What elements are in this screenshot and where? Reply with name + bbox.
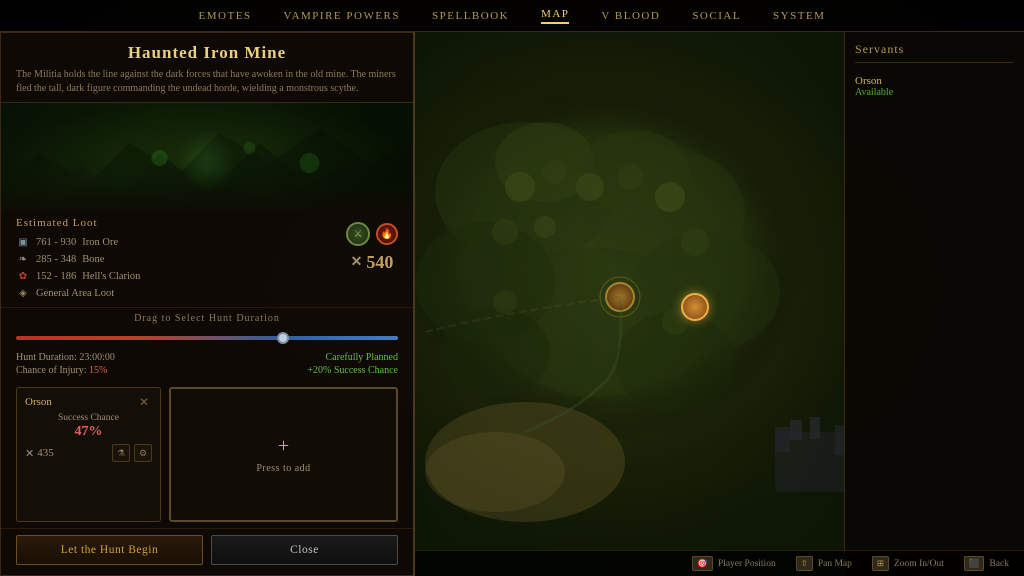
hells-clarion-range: 152 - 186 (36, 271, 76, 282)
nav-v-blood[interactable]: V Blood (601, 10, 660, 22)
injury-label: Chance of Injury: 15% (16, 365, 107, 376)
back-key: ⬛ (964, 556, 985, 571)
servant-section: Orson ✕ Success Chance 47% ✕ 435 ⚗ ⚙ (1, 381, 413, 528)
zoom-label: Zoom In/Out (894, 559, 944, 569)
nav-vampire-powers[interactable]: Vampire Powers (284, 10, 400, 22)
injury-info: Chance of Injury: 15% +20% Success Chanc… (16, 365, 398, 376)
duration-label: Drag to Select Hunt Duration (16, 313, 398, 324)
servant-combat-cross: ✕ (25, 447, 34, 460)
combat-score-value: 540 (366, 252, 393, 273)
servant-close-button[interactable]: ✕ (136, 394, 152, 410)
servant-combat: ✕ 435 (25, 447, 54, 460)
map-area[interactable] (415, 32, 844, 576)
duration-value: 23:00:00 (79, 352, 115, 363)
back-label: Back (989, 559, 1009, 569)
player-position-key: 🎯 (692, 556, 713, 571)
hells-clarion-icon: ✿ (16, 269, 30, 283)
servant-card: Orson ✕ Success Chance 47% ✕ 435 ⚗ ⚙ (16, 387, 161, 522)
loot-item-iron: ▣ 761 - 930 Iron Ore (16, 235, 346, 249)
status-player-position: 🎯 Player Position (692, 556, 775, 571)
combat-area: ⚔ 🔥 ✕ 540 (346, 217, 398, 273)
nav-emotes[interactable]: Emotes (199, 10, 252, 22)
success-bonus: +20% Success Chance (307, 365, 398, 376)
loot-item-bone: ❧ 285 - 348 Bone (16, 252, 346, 266)
loot-title: Estimated Loot (16, 217, 346, 229)
bone-icon: ❧ (16, 252, 30, 266)
bone-range: 285 - 348 (36, 254, 76, 265)
loot-section: Estimated Loot ▣ 761 - 930 Iron Ore ❧ 28… (1, 213, 413, 307)
soldier-icon-green: ⚔ (346, 222, 370, 246)
pan-map-label: Pan Map (818, 559, 852, 569)
servant-combat-value: 435 (37, 447, 54, 459)
map-svg (415, 32, 844, 576)
servant-success-percent: 47% (25, 424, 152, 440)
servant-list-item: Orson Available (855, 75, 1014, 98)
general-loot-icon: ◈ (16, 286, 30, 300)
duration-info: Hunt Duration: 23:00:00 Carefully Planne… (16, 352, 398, 363)
location-image (1, 103, 413, 213)
add-plus-icon: + (278, 435, 289, 458)
nav-social[interactable]: Social (692, 10, 741, 22)
iron-ore-icon: ▣ (16, 235, 30, 249)
add-servant-button[interactable]: + Press to add (169, 387, 398, 522)
nav-system[interactable]: System (773, 10, 825, 22)
servant-list-status: Available (855, 87, 1014, 98)
pan-map-key: ⇧ (796, 556, 813, 571)
injury-value: 15% (89, 365, 107, 376)
servant-name: Orson (25, 396, 52, 408)
servant-nature-icon[interactable]: ⚗ (112, 444, 130, 462)
servant-list-name: Orson (855, 75, 1014, 87)
panel-description: The Militia holds the line against the d… (16, 68, 398, 96)
servant-success-label: Success Chance (25, 413, 152, 423)
servant-action-icons: ⚗ ⚙ (112, 444, 152, 462)
top-navigation: Emotes Vampire Powers Spellbook Map V Bl… (0, 0, 1024, 32)
hells-clarion-name: Hell's Clarion (82, 271, 140, 282)
duration-section: Drag to Select Hunt Duration Hunt Durati… (1, 307, 413, 381)
combat-cross-icon: ✕ (351, 254, 363, 271)
servants-panel-title: Servants (855, 42, 1014, 63)
add-servant-label: Press to add (256, 463, 310, 474)
general-loot-name: General Area Loot (36, 288, 114, 299)
combat-score: ✕ 540 (351, 252, 394, 273)
slider-thumb[interactable] (277, 332, 289, 344)
bottom-buttons: Let the Hunt Begin Close (1, 528, 413, 575)
bone-name: Bone (82, 254, 104, 265)
loot-item-general: ◈ General Area Loot (16, 286, 346, 300)
status-back: ⬛ Back (964, 556, 1009, 571)
duration-time: Hunt Duration: 23:00:00 (16, 352, 115, 363)
loot-list: Estimated Loot ▣ 761 - 930 Iron Ore ❧ 28… (16, 217, 346, 303)
hunt-begin-button[interactable]: Let the Hunt Begin (16, 535, 203, 565)
nav-spellbook[interactable]: Spellbook (432, 10, 509, 22)
panel-title: Haunted Iron Mine (16, 43, 398, 63)
loot-item-hells-clarion: ✿ 152 - 186 Hell's Clarion (16, 269, 346, 283)
panel-header: Haunted Iron Mine The Militia holds the … (1, 33, 413, 103)
nav-map[interactable]: Map (541, 8, 569, 24)
right-panel: Servants Orson Available (844, 32, 1024, 576)
soldier-icons: ⚔ 🔥 (346, 222, 398, 246)
iron-ore-name: Iron Ore (82, 237, 118, 248)
location-svg (1, 103, 413, 213)
servant-footer: ✕ 435 ⚗ ⚙ (25, 444, 152, 462)
left-panel: Haunted Iron Mine The Militia holds the … (0, 32, 415, 576)
zoom-key: ⊞ (872, 556, 889, 571)
close-button[interactable]: Close (211, 535, 398, 565)
servant-gear-icon[interactable]: ⚙ (134, 444, 152, 462)
main-content: Haunted Iron Mine The Militia holds the … (0, 32, 1024, 576)
status-zoom: ⊞ Zoom In/Out (872, 556, 944, 571)
slider-track (16, 336, 398, 340)
iron-ore-range: 761 - 930 (36, 237, 76, 248)
servant-header: Orson ✕ (25, 394, 152, 410)
duration-status: Carefully Planned (326, 352, 398, 363)
soldier-icon-fire: 🔥 (376, 223, 398, 245)
bottom-status-bar: 🎯 Player Position ⇧ Pan Map ⊞ Zoom In/Ou… (415, 550, 1024, 576)
mine-map-marker[interactable] (681, 293, 709, 321)
duration-slider-container[interactable] (16, 332, 398, 344)
status-pan-map: ⇧ Pan Map (796, 556, 852, 571)
player-position-label: Player Position (718, 559, 776, 569)
